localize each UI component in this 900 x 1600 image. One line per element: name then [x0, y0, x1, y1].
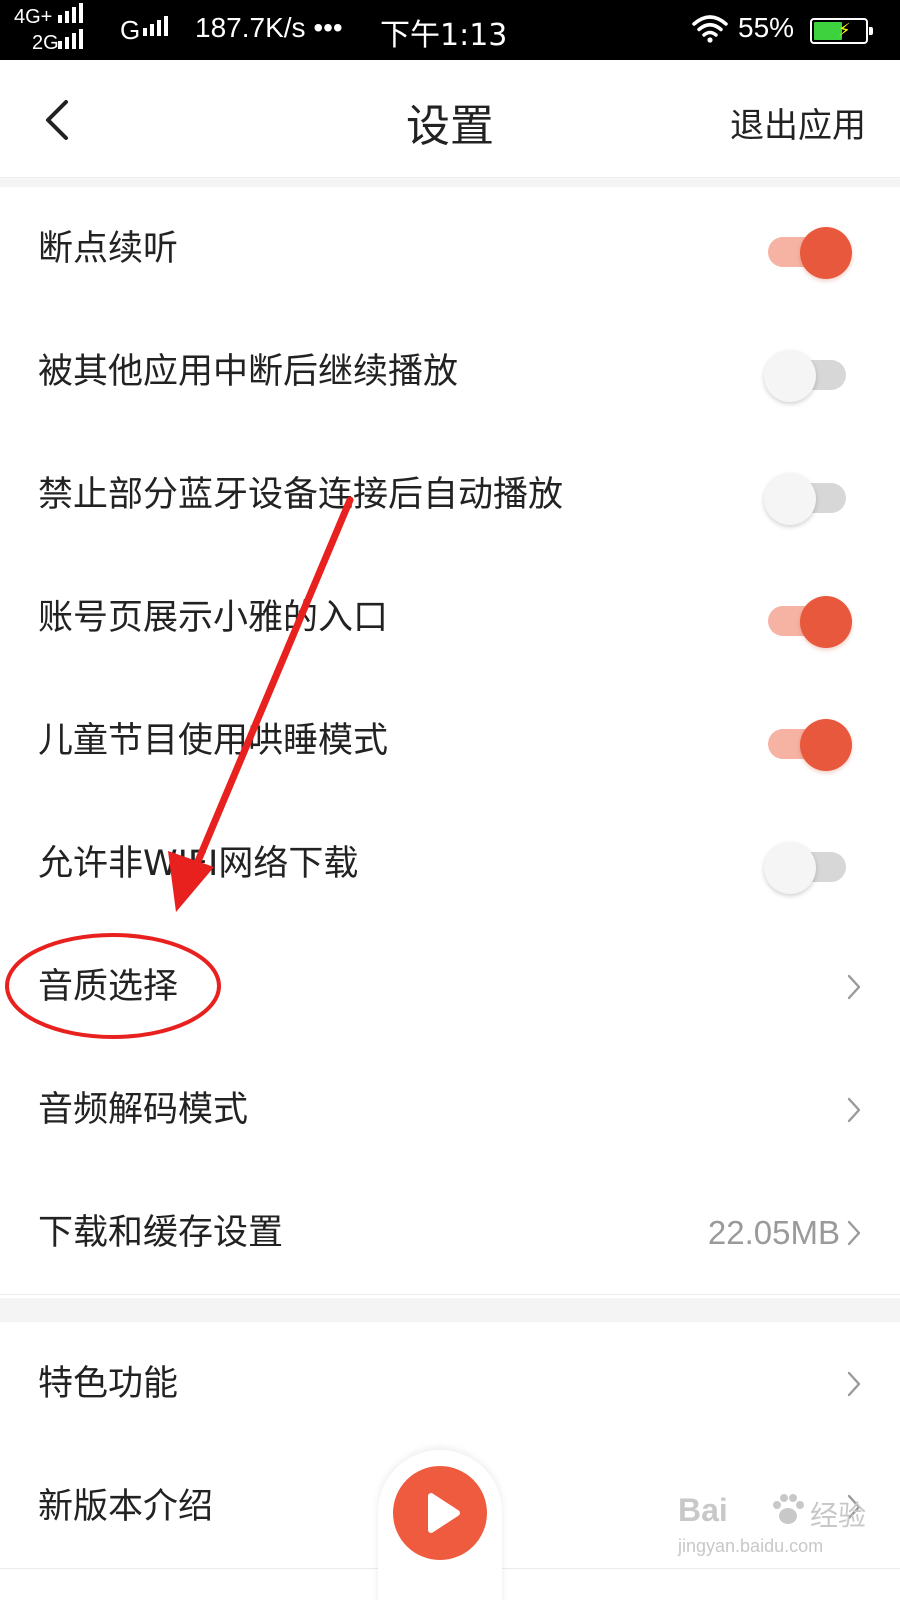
network-type-2g: 2G — [32, 32, 59, 54]
settings-row[interactable]: 音质选择 — [0, 925, 900, 1049]
toggle-switch[interactable] — [764, 842, 850, 894]
settings-row[interactable]: 禁止部分蓝牙设备连接后自动播放 — [0, 433, 900, 557]
chevron-left-icon[interactable] — [38, 96, 78, 144]
play-icon — [428, 1493, 460, 1533]
settings-row-label: 音质选择 — [38, 967, 179, 1007]
chevron-right-icon — [847, 1097, 861, 1123]
network-type-4g: 4G+ — [14, 6, 53, 28]
battery-icon: ⚡ — [810, 18, 873, 44]
app-header: 设置 退出应用 — [0, 60, 900, 178]
settings-row-label: 音频解码模式 — [38, 1090, 249, 1130]
network-speed: 187.7K/s ••• — [195, 12, 343, 43]
paw-icon — [773, 1494, 804, 1524]
settings-row-label: 账号页展示小雅的入口 — [38, 598, 389, 638]
chevron-right-icon — [847, 1220, 861, 1246]
clock: 下午1:13 — [380, 18, 508, 53]
status-bar: 4G+ 2G G 187.7K/s ••• 下午1:13 55% ⚡ — [0, 0, 900, 60]
settings-row[interactable]: 断点续听 — [0, 187, 900, 311]
toggle-switch[interactable] — [764, 227, 852, 279]
chevron-right-icon — [847, 974, 861, 1000]
section-gap — [0, 179, 900, 187]
signal-icon — [58, 29, 83, 49]
network-type-g: G — [120, 15, 141, 45]
settings-row[interactable]: 音频解码模式 — [0, 1048, 900, 1172]
cache-size: 22.05MB — [707, 1214, 840, 1251]
settings-row[interactable]: 被其他应用中断后继续播放 — [0, 310, 900, 434]
settings-row[interactable]: 儿童节目使用哄睡模式 — [0, 679, 900, 803]
battery-percent: 55% — [738, 12, 795, 43]
settings-row-label: 下载和缓存设置 — [38, 1213, 284, 1253]
chevron-right-icon — [847, 1371, 861, 1397]
settings-row[interactable]: 特色功能 — [0, 1322, 900, 1446]
toggle-switch[interactable] — [764, 719, 852, 771]
toggle-switch[interactable] — [764, 350, 850, 402]
settings-row-label: 儿童节目使用哄睡模式 — [38, 721, 389, 761]
settings-row[interactable]: 账号页展示小雅的入口 — [0, 556, 900, 680]
settings-row[interactable]: 下载和缓存设置 22.05MB — [0, 1171, 900, 1295]
settings-row-label: 被其他应用中断后继续播放 — [38, 352, 459, 392]
settings-row[interactable]: 允许非WIFI网络下载 — [0, 802, 900, 926]
settings-row-label: 新版本介绍 — [38, 1487, 214, 1527]
signal-icon — [58, 3, 83, 23]
section-gap — [0, 1298, 900, 1322]
toggle-switch[interactable] — [764, 596, 852, 648]
more-dots: ••• — [313, 12, 343, 43]
play-button[interactable] — [393, 1466, 487, 1560]
signal-icon — [143, 16, 168, 36]
baidu-jingyan-watermark: Bai 经验 jingyan.baidu.com — [678, 1492, 867, 1556]
settings-row-label: 特色功能 — [38, 1364, 179, 1404]
wifi-icon — [692, 15, 728, 43]
settings-row-label: 断点续听 — [38, 229, 179, 269]
exit-app-button[interactable]: 退出应用 — [730, 98, 866, 147]
toggle-switch[interactable] — [764, 473, 850, 525]
settings-row-label: 禁止部分蓝牙设备连接后自动播放 — [38, 475, 564, 515]
settings-row-label: 允许非WIFI网络下载 — [38, 844, 359, 884]
